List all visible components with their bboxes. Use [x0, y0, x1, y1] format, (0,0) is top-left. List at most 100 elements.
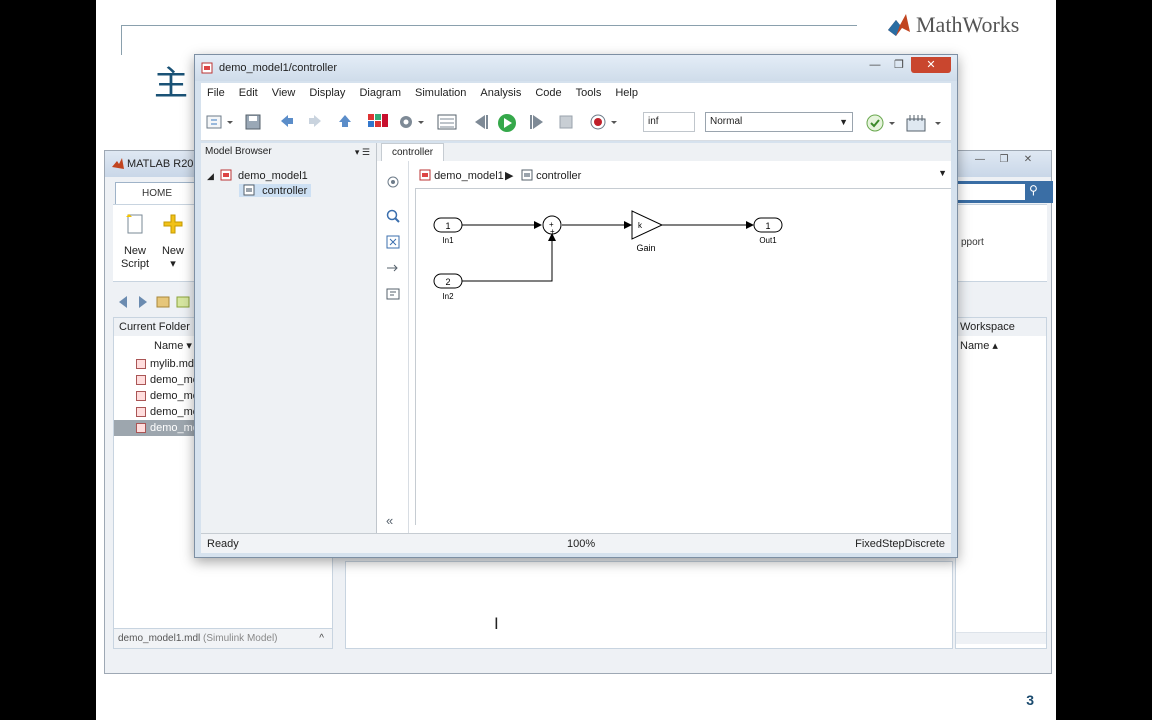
menu-file[interactable]: File [201, 83, 233, 103]
close-icon[interactable]: ✕ [1019, 154, 1037, 168]
chevron-down-icon[interactable]: ▾ [153, 258, 193, 271]
model-advisor-check-icon[interactable] [865, 113, 897, 133]
workspace-name-column[interactable]: Name ▴ [956, 336, 1046, 356]
stop-icon[interactable] [557, 113, 575, 131]
menu-analysis[interactable]: Analysis [474, 83, 529, 103]
tree-node-controller[interactable]: controller [239, 184, 312, 197]
forward-icon[interactable] [139, 296, 147, 308]
tab-controller[interactable]: controller [381, 143, 445, 161]
subsystem-icon [521, 169, 533, 181]
stop-time-input[interactable]: inf [643, 112, 695, 132]
chevron-down-icon: ▼ [839, 117, 848, 127]
model-browser-title: Model Browser [205, 146, 272, 157]
model-browser-panel: Model Browser ▾ ☰ ◢ demo_model1 controll… [201, 143, 377, 533]
menu-tools[interactable]: Tools [570, 83, 610, 103]
breadcrumb-model[interactable]: demo_model1 [419, 169, 504, 182]
model-file-icon [136, 391, 146, 401]
zoom-icon[interactable] [386, 209, 400, 223]
expand-icon[interactable]: ◢ [207, 171, 214, 181]
horizontal-scrollbar[interactable] [956, 632, 1046, 644]
gain-block[interactable]: k Gain [631, 210, 664, 253]
chevron-down-icon[interactable]: ▼ [938, 168, 947, 178]
hide-show-explorer-icon[interactable] [386, 175, 400, 189]
in1-number: 1 [445, 221, 450, 231]
maximize-icon[interactable]: ❐ [995, 154, 1013, 168]
tree-node-controller-label: controller [262, 185, 308, 197]
model-file-icon [136, 375, 146, 385]
menu-simulation[interactable]: Simulation [409, 83, 474, 103]
menu-edit[interactable]: Edit [233, 83, 266, 103]
new-icon [163, 214, 183, 234]
selected-file-type: (Simulink Model) [203, 633, 278, 644]
inport-block-in2[interactable]: 2 In2 [433, 273, 463, 301]
tab-home[interactable]: HOME [115, 182, 199, 204]
breadcrumb-subsystem[interactable]: controller [521, 169, 581, 182]
back-icon[interactable] [119, 296, 127, 308]
support-label: pport [961, 237, 984, 248]
matlab-title: MATLAB R201 [127, 158, 200, 170]
fit-to-view-icon[interactable] [386, 235, 400, 249]
simulation-mode-select[interactable]: Normal ▼ [705, 112, 853, 132]
forward-icon[interactable] [307, 113, 323, 129]
menu-view[interactable]: View [266, 83, 304, 103]
logo-text: MathWorks [916, 12, 1020, 37]
model-icon [220, 169, 232, 181]
minimize-icon[interactable]: — [971, 154, 989, 168]
menu-help[interactable]: Help [609, 83, 646, 103]
menu-diagram[interactable]: Diagram [353, 83, 409, 103]
minimize-icon[interactable]: — [863, 57, 887, 73]
inport-block-in1[interactable]: 1 In1 [433, 217, 463, 245]
signal-line[interactable] [462, 235, 553, 282]
window-title: demo_model1/controller [219, 62, 338, 74]
annotation-icon[interactable] [386, 287, 400, 301]
search-input[interactable] [955, 184, 1025, 200]
new-button[interactable]: New ▾ [153, 213, 193, 271]
tree-node-root-label: demo_model1 [238, 170, 308, 182]
arrow-icon[interactable] [386, 261, 400, 275]
arrowhead-icon [746, 221, 754, 229]
model-file-icon [136, 423, 146, 433]
step-back-icon[interactable] [471, 113, 491, 131]
simulink-titlebar: demo_model1/controller — ❐ ✕ [195, 55, 957, 81]
chevron-up-icon[interactable]: ^ [319, 629, 324, 649]
sum-block[interactable]: + + [542, 215, 562, 236]
close-icon[interactable]: ✕ [911, 57, 951, 73]
model-explorer-icon[interactable] [437, 113, 457, 131]
browse-folder-icon[interactable] [176, 296, 190, 308]
simulation-mode-value: Normal [710, 116, 743, 127]
library-browser-icon[interactable] [367, 113, 389, 133]
settings-gear-icon[interactable] [397, 113, 425, 131]
tool-palette: « [377, 161, 409, 533]
simulink-window: demo_model1/controller — ❐ ✕ File Edit V… [194, 54, 958, 558]
out1-number: 1 [765, 221, 770, 231]
command-window[interactable] [345, 561, 953, 649]
save-icon[interactable] [245, 113, 261, 131]
menu-display[interactable]: Display [303, 83, 353, 103]
new-model-icon[interactable] [205, 113, 235, 131]
back-icon[interactable] [279, 113, 295, 129]
menu-code[interactable]: Code [529, 83, 569, 103]
record-icon[interactable] [589, 113, 619, 131]
slide-title: 主 [154, 64, 188, 104]
tree-node-root[interactable]: ◢ demo_model1 [207, 169, 308, 182]
slide-rule [121, 25, 857, 26]
maximize-icon[interactable]: ❐ [887, 57, 911, 73]
panel-options-icon[interactable]: ▾ ☰ [355, 143, 370, 161]
build-model-icon[interactable] [905, 113, 945, 133]
model-file-icon [136, 359, 146, 369]
tab-strip: controller [377, 143, 951, 161]
outport-block-out1[interactable]: 1 Out1 [753, 217, 783, 245]
go-up-icon[interactable] [337, 113, 353, 129]
collapse-panel-icon[interactable]: « [386, 513, 393, 528]
svg-text:+: + [550, 227, 555, 236]
slide-rule [121, 25, 122, 55]
gain-label: Gain [636, 243, 655, 253]
up-folder-icon[interactable] [156, 296, 170, 308]
block-diagram-canvas[interactable]: 1 In1 2 In2 + + k Gain 1 Out1 [415, 189, 951, 525]
new-label: New [161, 245, 184, 257]
run-icon[interactable] [497, 113, 517, 133]
breadcrumb-separator-icon: ▶ [505, 170, 514, 182]
new-script-button[interactable]: New Script [115, 213, 155, 271]
step-forward-icon[interactable] [527, 113, 547, 131]
search-icon[interactable]: ⚲ [1029, 183, 1038, 197]
